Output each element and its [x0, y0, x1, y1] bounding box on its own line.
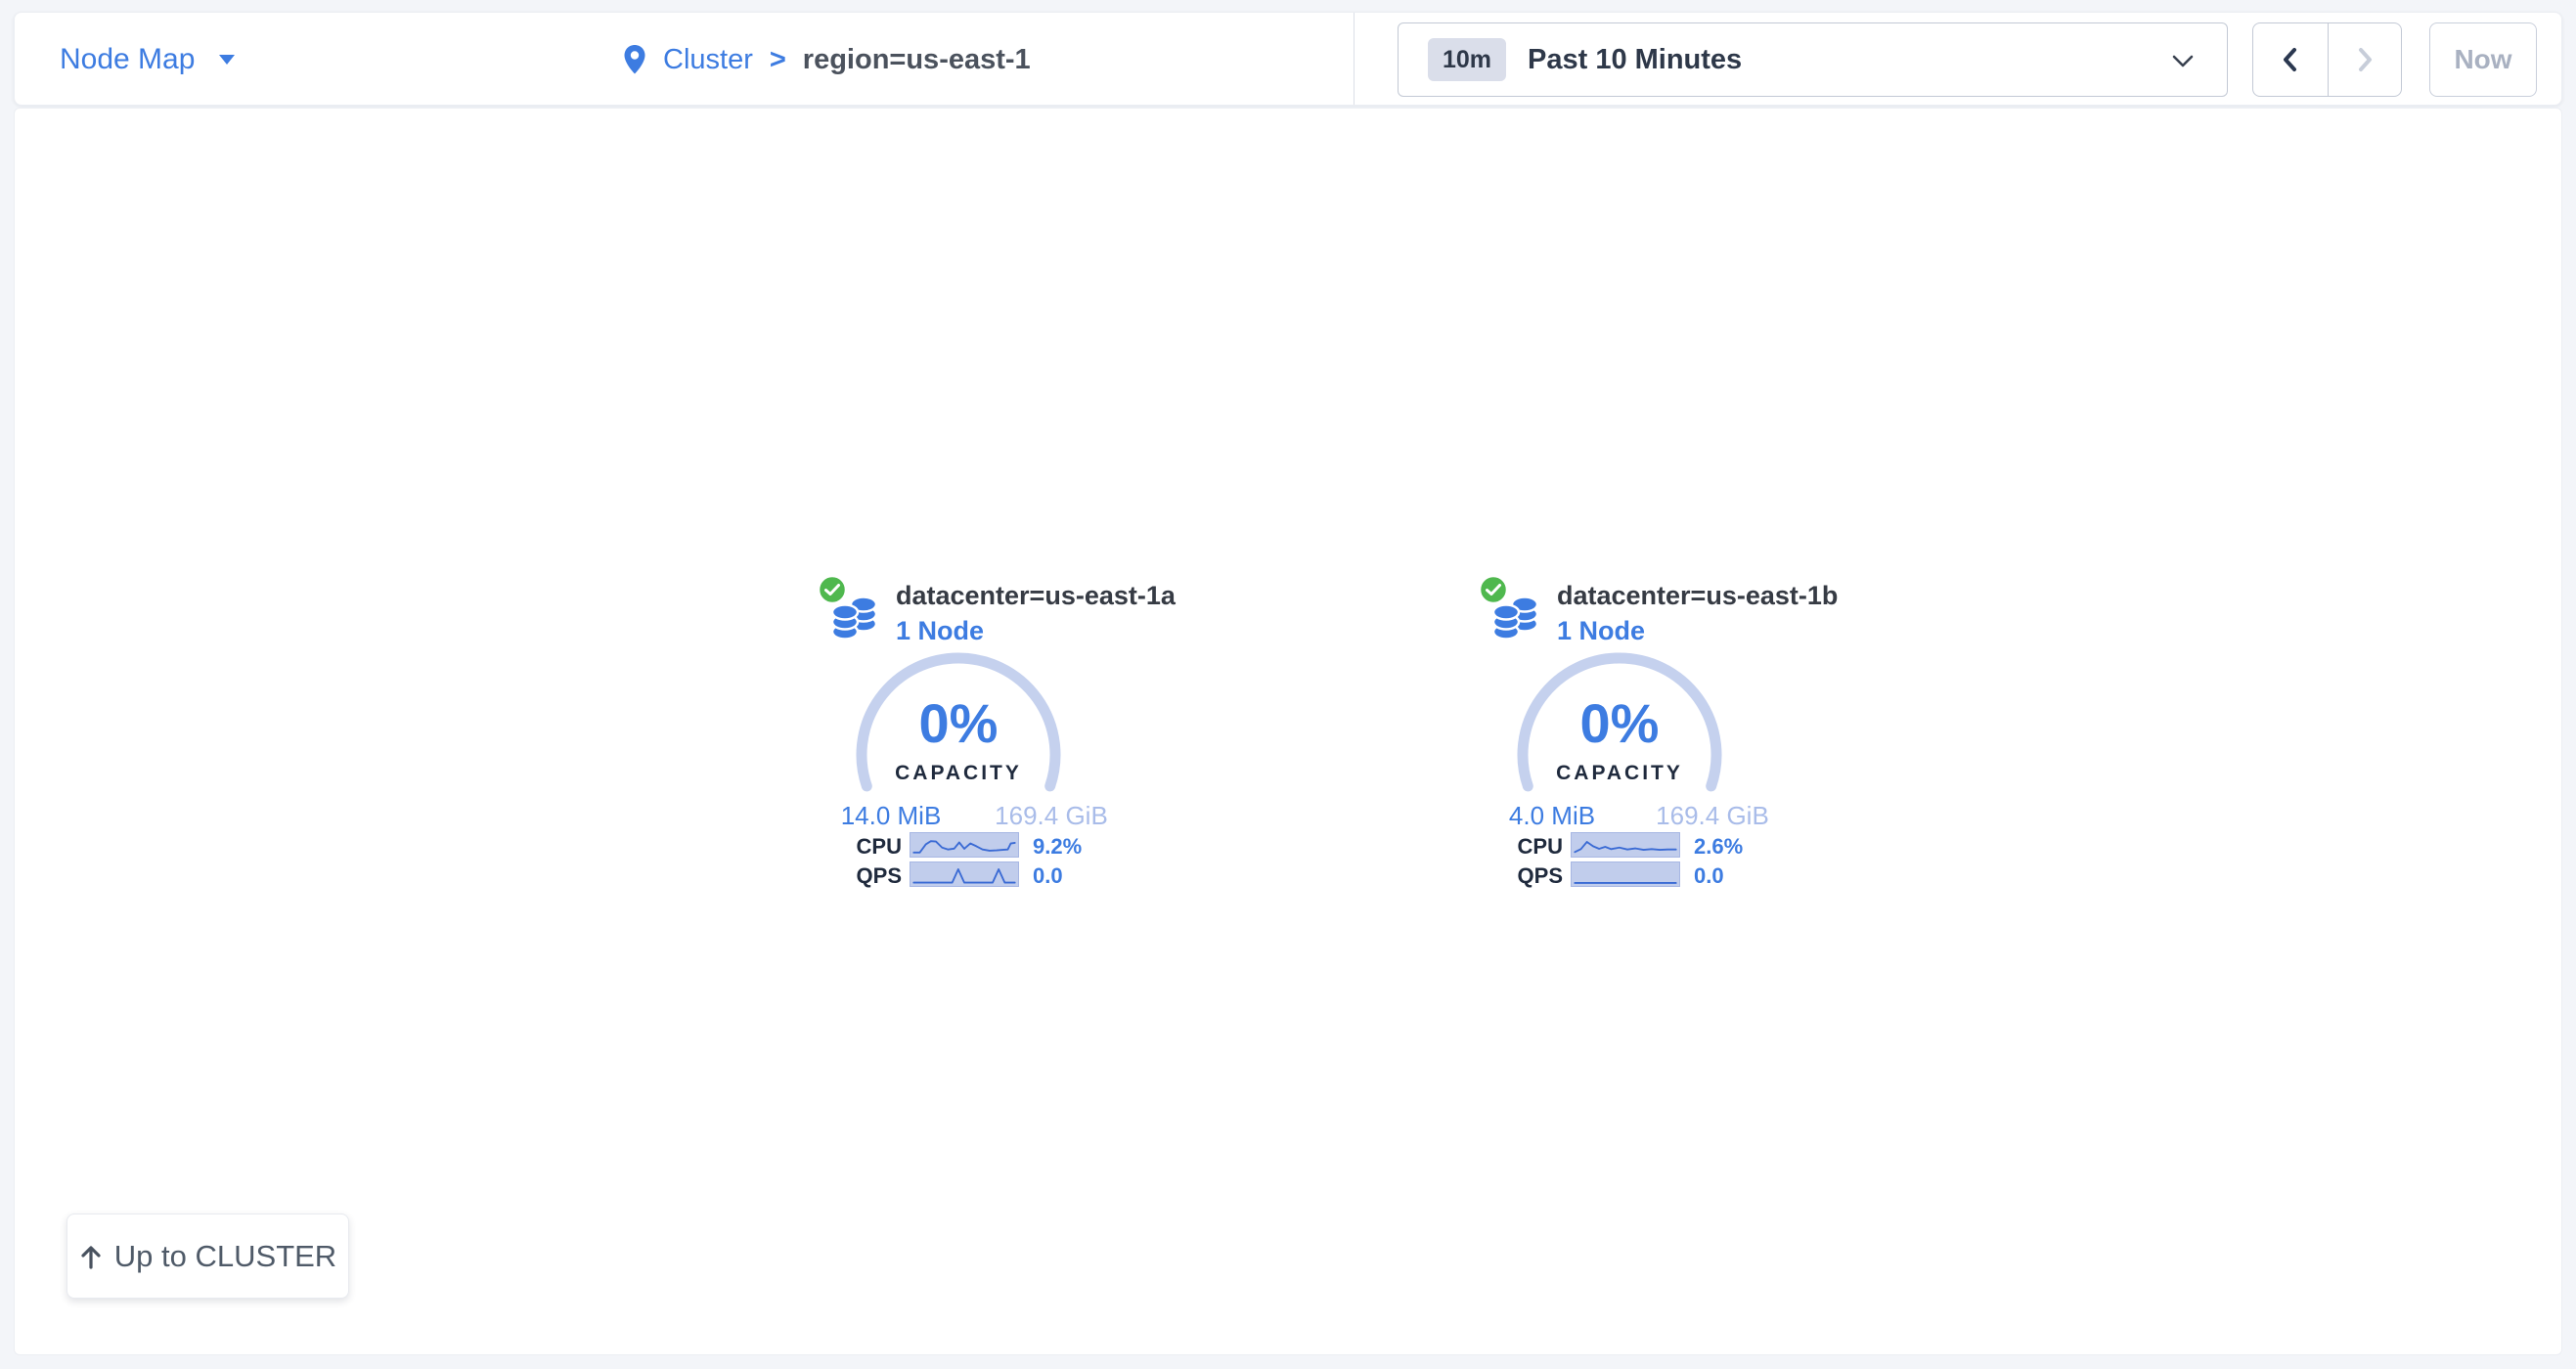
- up-to-cluster-button[interactable]: Up to CLUSTER: [67, 1214, 349, 1299]
- now-button-label: Now: [2454, 44, 2511, 75]
- time-range-badge: 10m: [1428, 38, 1506, 81]
- qps-sparkline: [910, 861, 1019, 887]
- qps-metric-row: QPS 0.0: [1479, 861, 1821, 890]
- time-range-dropdown[interactable]: 10m Past 10 Minutes: [1398, 22, 2228, 97]
- cpu-label: CPU: [1479, 834, 1563, 860]
- capacity-used: 14.0 MiB: [818, 801, 964, 831]
- qps-sparkline: [1571, 861, 1680, 887]
- locality-name: datacenter=us-east-1b: [1557, 581, 1838, 611]
- chevron-down-icon: [2172, 55, 2194, 67]
- breadcrumb-cluster-link[interactable]: Cluster: [663, 44, 753, 76]
- cpu-metric-row: CPU 9.2%: [818, 831, 1160, 861]
- node-map-page: Node Map Cluster > region=us-east-1 10m …: [0, 0, 2576, 1369]
- capacity-caption: CAPACITY: [851, 762, 1066, 785]
- locality-card-us-east-1b[interactable]: datacenter=us-east-1b 1 Node 0% CAPACITY…: [1479, 573, 1821, 896]
- cpu-sparkline: [1571, 832, 1680, 858]
- capacity-caption: CAPACITY: [1512, 762, 1727, 785]
- now-button[interactable]: Now: [2429, 22, 2537, 97]
- qps-value: 0.0: [1694, 863, 1724, 889]
- up-to-cluster-label: Up to CLUSTER: [114, 1239, 336, 1274]
- cpu-value: 9.2%: [1033, 834, 1082, 860]
- breadcrumb-current: region=us-east-1: [803, 44, 1031, 76]
- arrow-up-icon: [79, 1244, 103, 1269]
- qps-label: QPS: [818, 863, 902, 889]
- database-stack-icon: [1492, 591, 1541, 643]
- cpu-metric-row: CPU 2.6%: [1479, 831, 1821, 861]
- view-selector-dropdown[interactable]: Node Map: [60, 13, 236, 107]
- capacity-total: 169.4 GiB: [960, 801, 1142, 831]
- time-next-button[interactable]: [2328, 23, 2402, 96]
- capacity-total: 169.4 GiB: [1621, 801, 1803, 831]
- qps-label: QPS: [1479, 863, 1563, 889]
- caret-down-icon: [218, 54, 236, 66]
- time-pager-group: [2252, 22, 2402, 97]
- database-stack-icon: [831, 591, 880, 643]
- view-selector-label: Node Map: [60, 43, 195, 76]
- node-map-canvas: datacenter=us-east-1a 1 Node 0% CAPACITY…: [14, 108, 2562, 1355]
- location-pin-icon: [623, 44, 646, 75]
- cpu-label: CPU: [818, 834, 902, 860]
- locality-node-count[interactable]: 1 Node: [896, 616, 984, 646]
- locality-node-count[interactable]: 1 Node: [1557, 616, 1645, 646]
- cpu-sparkline: [910, 832, 1019, 858]
- capacity-percent: 0%: [851, 696, 1066, 751]
- qps-metric-row: QPS 0.0: [818, 861, 1160, 890]
- locality-name: datacenter=us-east-1a: [896, 581, 1176, 611]
- header-divider: [1354, 13, 1355, 105]
- capacity-percent: 0%: [1512, 696, 1727, 751]
- header-bar: Node Map Cluster > region=us-east-1 10m …: [14, 12, 2562, 106]
- breadcrumb-separator: >: [770, 44, 786, 76]
- chevron-left-icon: [2278, 44, 2303, 75]
- breadcrumb: Cluster > region=us-east-1: [623, 13, 1031, 107]
- time-prev-button[interactable]: [2253, 23, 2328, 96]
- chevron-right-icon: [2352, 44, 2377, 75]
- qps-value: 0.0: [1033, 863, 1063, 889]
- locality-card-us-east-1a[interactable]: datacenter=us-east-1a 1 Node 0% CAPACITY…: [818, 573, 1160, 896]
- capacity-used: 4.0 MiB: [1479, 801, 1625, 831]
- time-range-label: Past 10 Minutes: [1528, 44, 1742, 76]
- cpu-value: 2.6%: [1694, 834, 1743, 860]
